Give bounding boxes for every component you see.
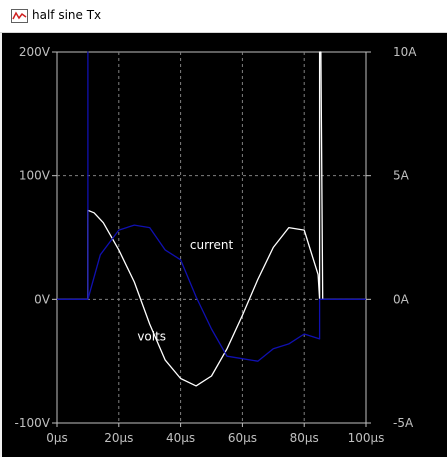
waveform-chart[interactable]: 0µs 20µs 40µs 60µs 80µs 100µs 200V 10A 100V 5A 0V 0… bbox=[2, 33, 447, 457]
x-tick-label: 40µs bbox=[166, 431, 195, 445]
y-right-tick-label: 5A bbox=[393, 169, 410, 183]
x-tick-label: 60µs bbox=[228, 431, 257, 445]
trace-label-volts[interactable]: volts bbox=[137, 329, 166, 343]
window-title: half sine Tx bbox=[32, 8, 102, 22]
y-left-tick-label: 200V bbox=[19, 45, 51, 59]
x-tick-label: 100µs bbox=[348, 431, 385, 445]
trace-label-current[interactable]: current bbox=[190, 238, 234, 252]
plot-area[interactable]: 0µs 20µs 40µs 60µs 80µs 100µs 200V 10A 100V 5A 0V 0… bbox=[2, 33, 447, 457]
y-left-tick-label: 100V bbox=[19, 169, 51, 183]
x-tick-label: 0µs bbox=[46, 431, 68, 445]
y-left-tick-label: 0V bbox=[34, 292, 51, 306]
x-tick-label: 80µs bbox=[290, 431, 319, 445]
x-tick-label: 20µs bbox=[104, 431, 133, 445]
y-right-tick-label: 0A bbox=[393, 292, 410, 306]
y-right-tick-label: -5A bbox=[393, 416, 414, 430]
y-right-tick-label: 10A bbox=[393, 45, 417, 59]
y-left-tick-label: -100V bbox=[15, 416, 51, 430]
waveform-icon bbox=[11, 9, 28, 23]
window-titlebar: half sine Tx bbox=[0, 0, 447, 33]
